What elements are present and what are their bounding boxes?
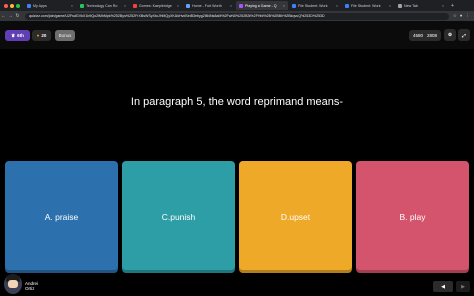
maximize-window-button[interactable] <box>16 3 20 8</box>
tab-close-icon[interactable]: × <box>336 4 338 8</box>
bonus-badge: Bonus <box>55 30 75 41</box>
answer-option-4[interactable]: B. play <box>356 161 469 273</box>
answer-option-3[interactable]: D.upset <box>239 161 352 273</box>
player-last-name: Ortiz <box>25 286 35 291</box>
profile-icon[interactable]: ● <box>460 13 463 19</box>
tab-label: Playing a Game - Q <box>245 3 277 8</box>
grade-label: 6th <box>17 33 24 38</box>
answer-option-2[interactable]: C.punish <box>122 161 235 273</box>
tab-favicon-icon <box>345 3 349 8</box>
new-tab-button[interactable]: + <box>448 3 457 9</box>
tab-label: Home - Fort Worth <box>192 3 222 8</box>
browser-tab[interactable]: New Tab × <box>395 1 447 10</box>
prev-icon[interactable]: ◀ <box>433 281 453 292</box>
browser-tab[interactable]: File Student: Work × <box>342 1 394 10</box>
tab-favicon-icon <box>292 3 296 8</box>
browser-tab[interactable]: Playing a Game - Q × <box>236 1 288 10</box>
question-text: In paragraph 5, the word reprimand means… <box>130 96 344 108</box>
address-bar-row: ← → ↻ quizizz.com/join/game/U2FsdGVkX1b9… <box>0 11 474 21</box>
browser-tab-bar: My Apps × Technology Can Ro × Gomes: Kaeplbr… <box>0 0 474 11</box>
tab-favicon-icon <box>186 3 190 8</box>
menu-icon[interactable]: ⋮ <box>466 13 471 19</box>
streak-count: 20 <box>41 33 47 38</box>
tab-label: File Student: Work <box>298 3 328 8</box>
tab-label: My Apps <box>33 3 47 8</box>
quiz-top-bar: ♛ 6th ● 20 Bonus 4580 2808 ⚙ ⤢ <box>0 21 474 49</box>
score-a: 4580 <box>412 33 423 38</box>
answer-option-1[interactable]: A. praise <box>5 161 118 273</box>
score-b: 2808 <box>427 33 438 38</box>
tab-close-icon[interactable]: × <box>177 4 179 8</box>
tab-label: Technology Can Ro <box>86 3 118 8</box>
url-field[interactable]: quizizz.com/join/game/U2FsdGVkX1b9Qo2lMh… <box>25 12 449 20</box>
forward-arrow-icon[interactable]: → <box>7 13 14 19</box>
tab-close-icon[interactable]: × <box>124 4 126 8</box>
avatar <box>4 274 22 294</box>
browser-tab[interactable]: Technology Can Ro × <box>77 1 129 10</box>
tab-close-icon[interactable]: × <box>71 4 73 8</box>
crown-icon: ♛ <box>11 32 16 38</box>
tab-close-icon[interactable]: × <box>283 4 285 8</box>
reload-icon[interactable]: ↻ <box>14 13 21 19</box>
score-display: 4580 2808 <box>409 30 441 41</box>
bonus-label: Bonus <box>58 33 72 38</box>
tab-close-icon[interactable]: × <box>442 4 444 8</box>
browser-tab[interactable]: Gomes: Kaeplbridge × <box>130 1 182 10</box>
back-arrow-icon[interactable]: ← <box>0 13 7 19</box>
answer-options: A. praise C.punish D.upset B. play <box>5 161 470 273</box>
tab-label: Gomes: Kaeplbridge <box>139 3 172 8</box>
tab-favicon-icon <box>398 3 402 8</box>
tab-favicon-icon <box>133 3 137 8</box>
tab-favicon-icon <box>80 3 84 8</box>
player-name: Andrei Ortiz <box>25 281 38 291</box>
tab-close-icon[interactable]: × <box>230 4 232 8</box>
tab-close-icon[interactable]: × <box>389 4 391 8</box>
close-window-button[interactable] <box>4 3 8 8</box>
tab-label: New Tab <box>404 3 418 8</box>
tab-favicon-icon <box>27 3 31 8</box>
tab-label: File Student: Work <box>351 3 381 8</box>
streak-badge: ● 20 <box>32 30 51 41</box>
star-icon[interactable]: ☆ <box>453 13 457 19</box>
next-icon[interactable]: ▶ <box>456 281 470 292</box>
window-controls <box>0 3 24 8</box>
grade-badge[interactable]: ♛ 6th <box>5 30 30 41</box>
tab-favicon-icon <box>239 3 243 8</box>
minimize-window-button[interactable] <box>10 3 14 8</box>
fullscreen-icon[interactable]: ⤢ <box>458 29 470 41</box>
settings-icon[interactable]: ⚙ <box>444 29 456 41</box>
browser-tab[interactable]: Home - Fort Worth × <box>183 1 235 10</box>
browser-tab[interactable]: File Student: Work × <box>289 1 341 10</box>
fire-icon: ● <box>36 33 40 38</box>
browser-tab[interactable]: My Apps × <box>24 1 76 10</box>
